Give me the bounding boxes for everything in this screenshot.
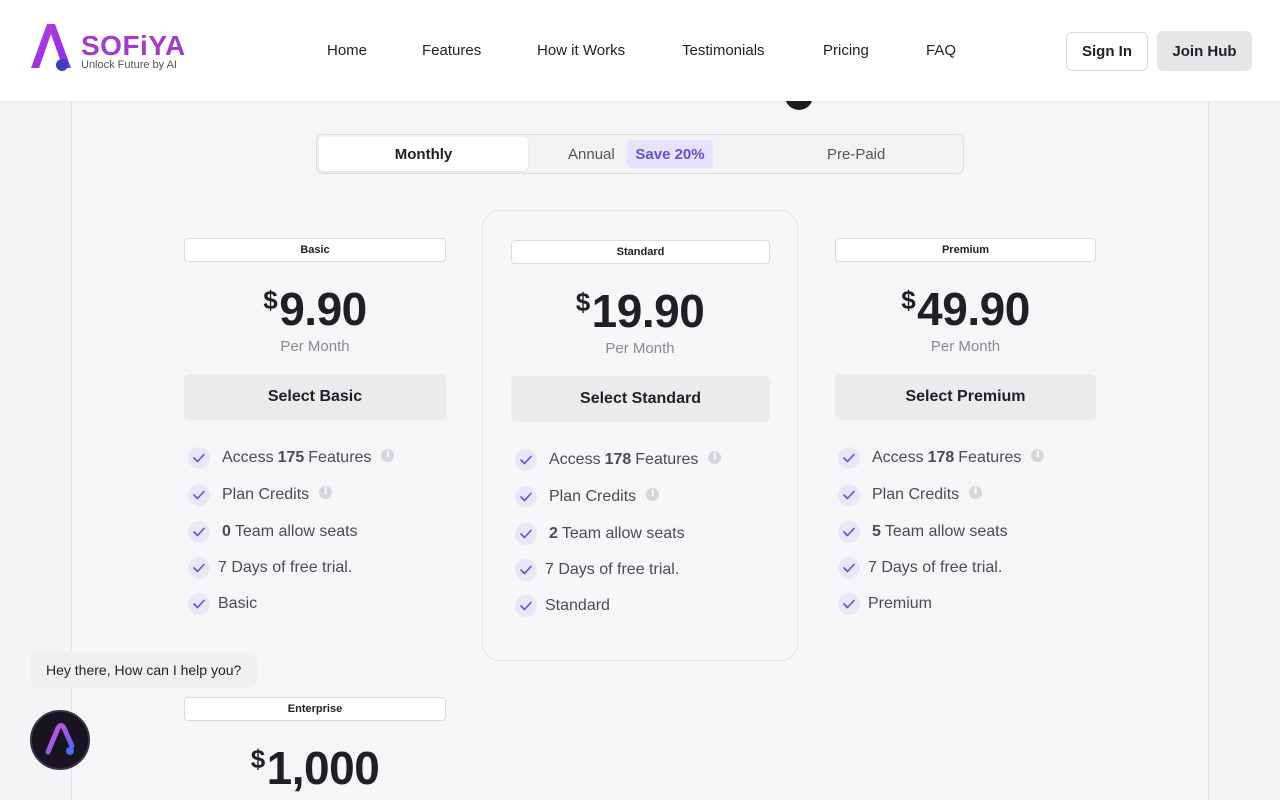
currency-symbol: $ (901, 285, 916, 315)
currency-symbol: $ (250, 744, 265, 774)
feature-trial: 7 Days of free trial. (515, 558, 679, 582)
brand-logo[interactable]: SOFiYA Unlock Future by AI (29, 22, 189, 74)
plan-price: $49.90 (835, 282, 1096, 336)
chat-greeting-bubble[interactable]: Hey there, How can I help you? (30, 652, 258, 688)
chat-launcher-button[interactable] (30, 710, 90, 770)
plan-price: $1,000 (184, 741, 446, 795)
billing-annual-tab[interactable]: Annual (568, 146, 615, 163)
check-icon (838, 484, 860, 506)
price-period: Per Month (930, 338, 1001, 355)
currency-symbol: $ (263, 285, 278, 315)
check-icon (838, 557, 860, 579)
currency-symbol: $ (575, 287, 590, 317)
check-icon (515, 559, 537, 581)
price-amount: 49.90 (917, 283, 1030, 335)
feature-seats: 0 Team allow seats (188, 520, 358, 544)
check-icon (515, 449, 537, 471)
feature-access: Access 178 Features i (515, 448, 722, 472)
feature-tier: Standard (515, 594, 610, 618)
info-icon[interactable]: i (646, 487, 660, 501)
check-icon (188, 484, 210, 506)
brand-tagline: Unlock Future by AI (81, 59, 177, 71)
info-icon[interactable]: i (381, 448, 395, 462)
feature-tier: Basic (188, 592, 257, 616)
nav-faq[interactable]: FAQ (926, 42, 956, 59)
billing-prepaid-tab[interactable]: Pre-Paid (827, 146, 885, 163)
plan-tag: Basic (184, 238, 446, 262)
plan-price: $9.90 (184, 282, 446, 336)
plan-card-enterprise: Enterprise $1,000 (184, 697, 446, 800)
check-icon (515, 486, 537, 508)
check-icon (515, 595, 537, 617)
info-icon[interactable]: i (319, 485, 333, 499)
check-icon (838, 521, 860, 543)
price-period: Per Month (280, 338, 350, 355)
chat-avatar-icon (45, 723, 75, 755)
nav-home[interactable]: Home (327, 42, 367, 59)
check-icon (838, 593, 860, 615)
feature-access: Access 178 Features i (838, 446, 1045, 470)
join-hub-button[interactable]: Join Hub (1157, 31, 1252, 71)
plan-card-standard: Standard $19.90 Per Month Select Standar… (482, 210, 798, 661)
billing-period-toggle: Monthly Annual Save 20% Pre-Paid (316, 134, 964, 174)
plan-card-basic: Basic $9.90 Per Month Select Basic Acces… (184, 238, 446, 628)
feature-credits: Plan Credits i (188, 483, 333, 507)
price-amount: 1,000 (266, 742, 380, 794)
info-icon[interactable]: i (969, 485, 983, 499)
plan-card-premium: Premium $49.90 Per Month Select Premium … (835, 238, 1096, 628)
site-header: SOFiYA Unlock Future by AI Home Features… (0, 0, 1280, 101)
brand-name: SOFiYA (81, 30, 186, 61)
check-icon (188, 593, 210, 615)
price-amount: 19.90 (591, 285, 705, 337)
nav-testimonials[interactable]: Testimonials (682, 42, 765, 59)
feature-credits: Plan Credits i (838, 483, 983, 507)
select-standard-button[interactable]: Select Standard (511, 376, 770, 422)
nav-features[interactable]: Features (422, 42, 481, 59)
check-icon (515, 523, 537, 545)
check-icon (188, 521, 210, 543)
select-basic-button[interactable]: Select Basic (184, 374, 446, 420)
price-period: Per Month (605, 340, 675, 357)
feature-tier: Premium (838, 592, 932, 616)
feature-seats: 5 Team allow seats (838, 520, 1008, 544)
select-premium-button[interactable]: Select Premium (835, 374, 1096, 420)
billing-monthly-tab[interactable]: Monthly (319, 137, 528, 171)
feature-trial: 7 Days of free trial. (188, 556, 352, 580)
info-icon[interactable]: i (1031, 448, 1045, 462)
plan-tag: Enterprise (184, 697, 446, 721)
info-icon[interactable]: i (708, 450, 722, 464)
nav-how-it-works[interactable]: How it Works (537, 42, 625, 59)
check-icon (188, 447, 210, 469)
feature-seats: 2 Team allow seats (515, 522, 685, 546)
price-amount: 9.90 (279, 283, 367, 335)
plan-price: $19.90 (483, 284, 797, 338)
check-icon (838, 447, 860, 469)
feature-credits: Plan Credits i (515, 485, 660, 509)
feature-access: Access 175 Features i (188, 446, 395, 470)
feature-trial: 7 Days of free trial. (838, 556, 1002, 580)
nav-pricing[interactable]: Pricing (823, 42, 869, 59)
plan-tag: Premium (835, 238, 1096, 262)
check-icon (188, 557, 210, 579)
sign-in-button[interactable]: Sign In (1066, 32, 1148, 71)
save-badge: Save 20% (627, 140, 713, 168)
logo-mark-icon (31, 24, 71, 71)
plan-tag: Standard (511, 240, 770, 264)
